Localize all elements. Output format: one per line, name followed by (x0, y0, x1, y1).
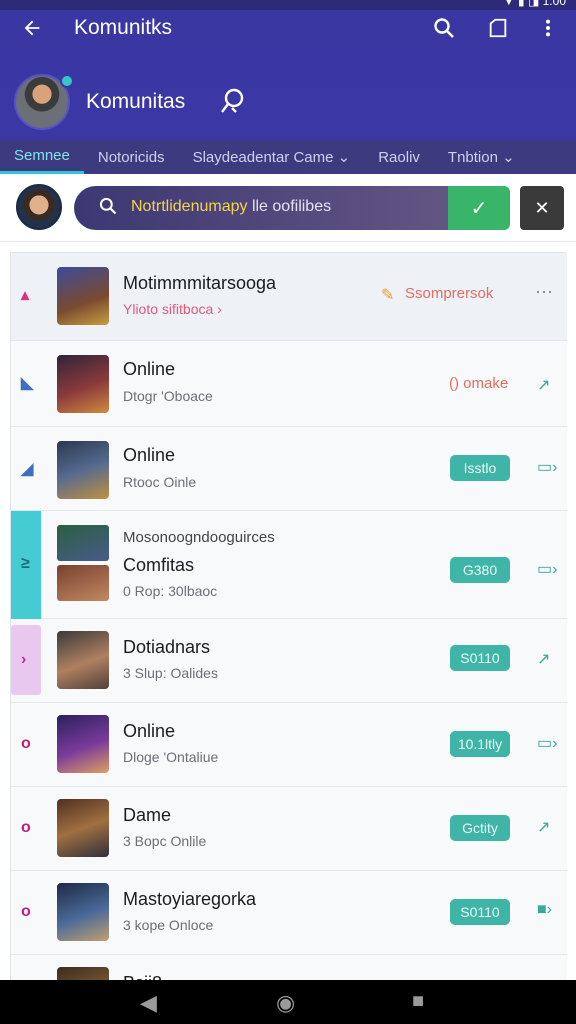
tab-raoliv[interactable]: Raoliv (364, 140, 434, 174)
community-name: Komunitas (86, 90, 186, 113)
row-subtitle: 3 Slup: Oalides (123, 665, 218, 681)
row-subtitle: Ylioto sifitboca › (123, 301, 222, 317)
close-button[interactable]: ✕ (520, 186, 564, 230)
list-item[interactable]: ◢ Online Rtooc Oinle Isstlo ▭› (11, 427, 567, 511)
row-marker: ≥ (21, 555, 30, 572)
tab-slaydeadentar[interactable]: Slaydeadentar Came ⌄ (179, 140, 365, 174)
row-title: Comfitas (123, 555, 195, 575)
row-marker: o (21, 735, 31, 752)
search-query-highlight: Notrtlidenumapy (131, 198, 248, 215)
row-marker: o (21, 903, 31, 920)
game-thumbnail (57, 715, 109, 773)
game-thumbnail (57, 441, 109, 499)
row-subtitle: 3 Bopc Onlile (123, 833, 207, 849)
confirm-button[interactable]: ✓ (448, 186, 510, 230)
document-icon[interactable] (482, 12, 514, 44)
list-item[interactable]: ◣ Online Dtogr 'Oboace () omake ↗ (11, 341, 567, 427)
search-query: Notrtlidenumapy lle oofilibes (131, 198, 331, 216)
nav-recents-icon[interactable]: ■ (412, 990, 424, 1013)
row-title: Online (123, 359, 176, 379)
chat-icon[interactable]: ▭› (537, 733, 557, 753)
row-marker: o (21, 819, 31, 836)
nav-back-icon[interactable]: ◀ (140, 990, 157, 1016)
game-thumbnail (57, 525, 109, 561)
tab-tnbtion[interactable]: Tnbtion ⌄ (434, 140, 529, 174)
more-vertical-icon[interactable] (532, 12, 564, 44)
game-thumbnail (57, 883, 109, 941)
list-item[interactable]: › Dotiadnars 3 Slup: Oalides S0110 ↗ (11, 619, 567, 703)
tab-semnee[interactable]: Semnee (0, 140, 84, 174)
search-query-rest: lle oofilibes (247, 198, 332, 215)
status-badge[interactable]: 10.1ltly (450, 731, 510, 757)
row-subtitle: Rtooc Oinle (123, 474, 197, 490)
row-action[interactable]: Ssomprersok (405, 285, 493, 302)
community-icon[interactable] (218, 86, 248, 116)
row-subtitle: Dtogr 'Oboace (123, 388, 213, 404)
game-thumbnail (57, 799, 109, 857)
row-marker: ▴ (21, 287, 30, 304)
status-badge[interactable]: S0110 (450, 645, 510, 671)
avatar[interactable] (16, 184, 62, 230)
row-subtitle: 0 Rop: 30lbaoc (123, 583, 218, 599)
open-arrow-icon[interactable]: ↗ (537, 817, 550, 837)
list-item[interactable]: ≥ Mosonoogndooguirces Comfitas 0 Rop: 30… (11, 511, 567, 619)
row-title: Online (123, 445, 176, 465)
chat-icon[interactable]: ▭› (537, 559, 557, 579)
search-field-icon (98, 196, 118, 221)
row-overline: Mosonoogndooguirces (123, 529, 275, 546)
row-marker: ◢ (21, 461, 34, 478)
row-title: Online (123, 721, 176, 741)
row-title: Mastoyiaregorka (123, 889, 257, 909)
status-badge[interactable]: Isstlo (450, 455, 510, 481)
more-icon[interactable]: ··· (535, 281, 553, 302)
online-indicator (60, 74, 74, 88)
row-marker: ◣ (21, 375, 34, 392)
list-item[interactable]: o Online Dloge 'Ontaliue 10.1ltly ▭› (11, 703, 567, 787)
status-bar: ▼ ▮ ◨ 1:00 (0, 0, 576, 10)
row-subtitle: 3 kope Onloce (123, 917, 214, 933)
list-item[interactable]: o Dame 3 Bopc Onlile Gctity ↗ (11, 787, 567, 871)
status-badge[interactable]: S0110 (450, 899, 510, 925)
row-marker: › (21, 651, 27, 668)
status-badge[interactable]: Gctity (450, 815, 510, 841)
game-thumbnail (57, 355, 109, 413)
row-action[interactable]: () omake (449, 375, 508, 392)
nav-home-icon[interactable]: ◉ (276, 990, 295, 1016)
game-thumbnail (57, 565, 109, 601)
row-title: Motimmmitarsooga (123, 273, 277, 293)
game-thumbnail (57, 631, 109, 689)
row-title: Dotiadnars (123, 637, 211, 657)
list-item[interactable]: Bsii8 (11, 955, 567, 983)
game-thumbnail (57, 267, 109, 325)
back-icon[interactable] (16, 12, 48, 44)
search-icon[interactable] (428, 12, 460, 44)
list-item[interactable]: ▴ Motimmmitarsooga Ylioto sifitboca › ✎ … (11, 253, 567, 341)
chat-icon[interactable]: ■› (537, 901, 552, 919)
open-arrow-icon[interactable]: ↗ (537, 649, 550, 669)
chat-icon[interactable]: ▭› (537, 457, 557, 477)
pencil-icon: ✎ (381, 287, 395, 304)
tab-bar: Semnee Notoricids Slaydeadentar Came ⌄ R… (0, 140, 576, 174)
tab-notoricids[interactable]: Notoricids (84, 140, 179, 174)
list-item[interactable]: o Mastoyiaregorka 3 kope Onloce S0110 ■› (11, 871, 567, 955)
row-title: Dame (123, 805, 172, 825)
row-subtitle: Dloge 'Ontaliue (123, 749, 219, 765)
app-title: Komunitks (74, 16, 173, 39)
open-arrow-icon[interactable]: ↗ (537, 375, 550, 395)
status-badge[interactable]: G380 (450, 557, 510, 583)
community-list: ▴ Motimmmitarsooga Ylioto sifitboca › ✎ … (10, 252, 567, 983)
status-icons: ▼ ▮ ◨ 1:00 (502, 0, 566, 8)
